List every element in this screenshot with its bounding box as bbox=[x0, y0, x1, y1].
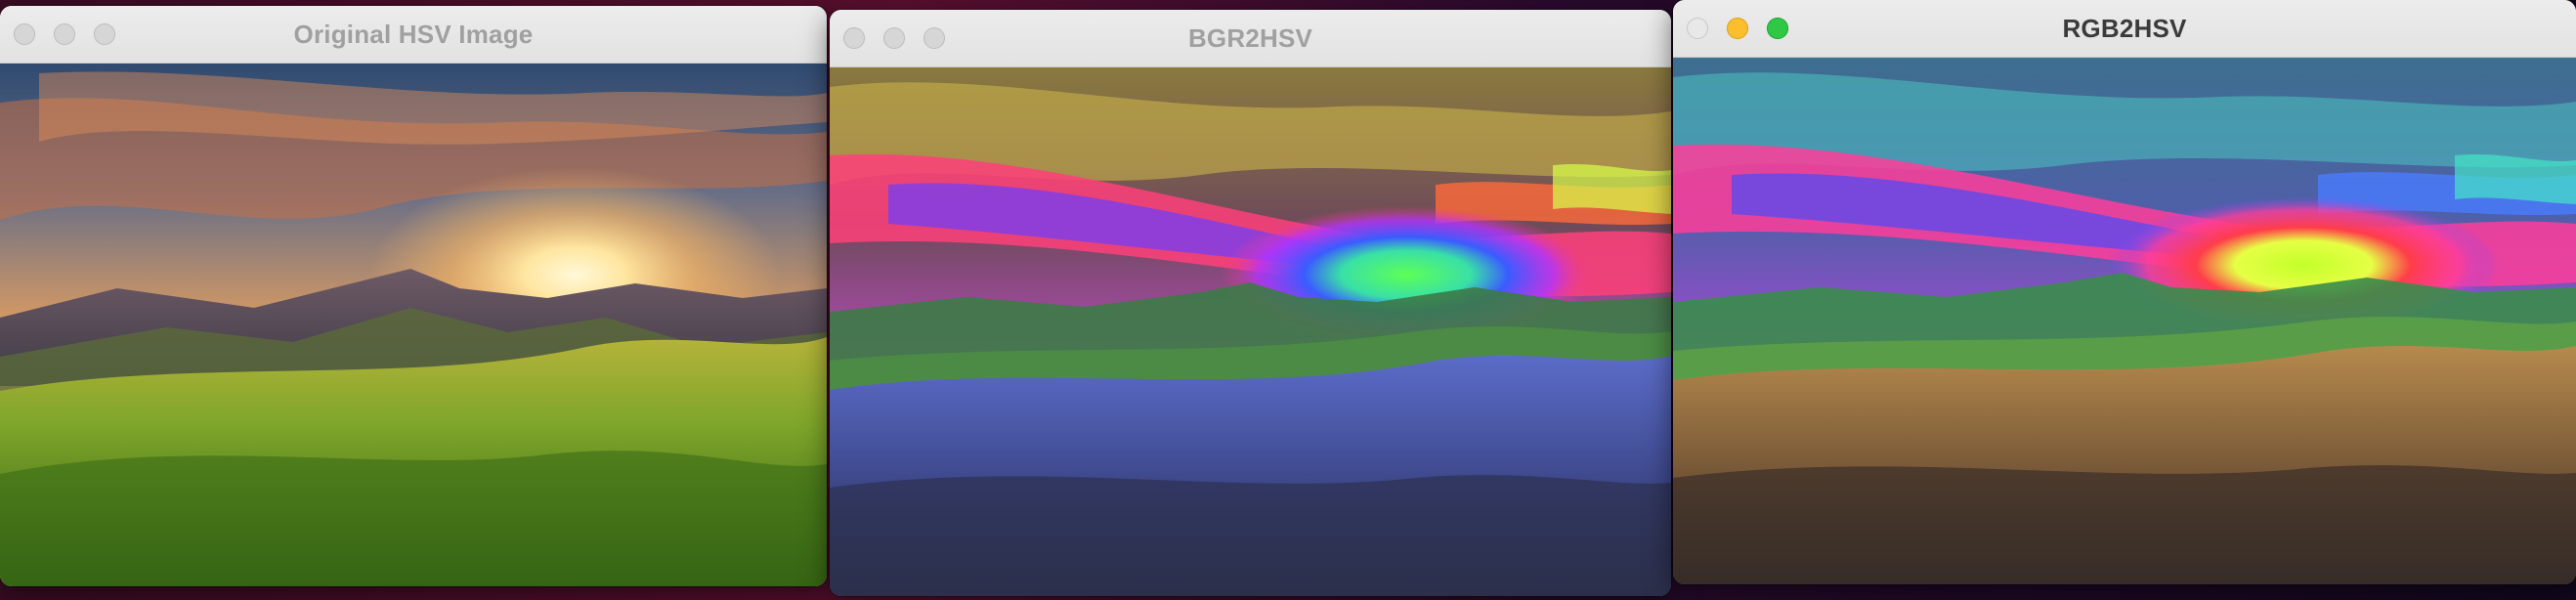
zoom-icon[interactable] bbox=[923, 27, 945, 49]
close-icon[interactable] bbox=[14, 23, 35, 45]
desktop: Original HSV Image BGR2HSV RGB2HSV bbox=[0, 0, 2576, 600]
landscape-image-bgr2hsv bbox=[830, 67, 1671, 596]
image-rgb2hsv bbox=[1673, 58, 2576, 584]
titlebar[interactable]: Original HSV Image bbox=[0, 6, 827, 64]
close-icon[interactable] bbox=[1687, 18, 1708, 39]
landscape-image-rgb2hsv bbox=[1673, 58, 2576, 584]
minimize-icon[interactable] bbox=[54, 23, 75, 45]
traffic-lights bbox=[843, 10, 945, 66]
landscape-image-original bbox=[0, 64, 827, 586]
zoom-icon[interactable] bbox=[94, 23, 115, 45]
close-icon[interactable] bbox=[843, 27, 865, 49]
window-title: BGR2HSV bbox=[1187, 22, 1313, 53]
window-rgb2hsv[interactable]: RGB2HSV bbox=[1673, 0, 2576, 584]
minimize-icon[interactable] bbox=[883, 27, 905, 49]
window-title: RGB2HSV bbox=[2062, 13, 2187, 43]
zoom-icon[interactable] bbox=[1767, 18, 1788, 39]
traffic-lights bbox=[14, 6, 115, 63]
traffic-lights bbox=[1687, 0, 1788, 57]
window-title: Original HSV Image bbox=[293, 19, 534, 49]
window-original-hsv-image[interactable]: Original HSV Image bbox=[0, 6, 827, 586]
titlebar[interactable]: BGR2HSV bbox=[830, 10, 1671, 67]
image-original bbox=[0, 64, 827, 586]
image-bgr2hsv bbox=[830, 67, 1671, 596]
titlebar[interactable]: RGB2HSV bbox=[1673, 0, 2576, 58]
window-bgr2hsv[interactable]: BGR2HSV bbox=[830, 10, 1671, 596]
minimize-icon[interactable] bbox=[1727, 18, 1748, 39]
